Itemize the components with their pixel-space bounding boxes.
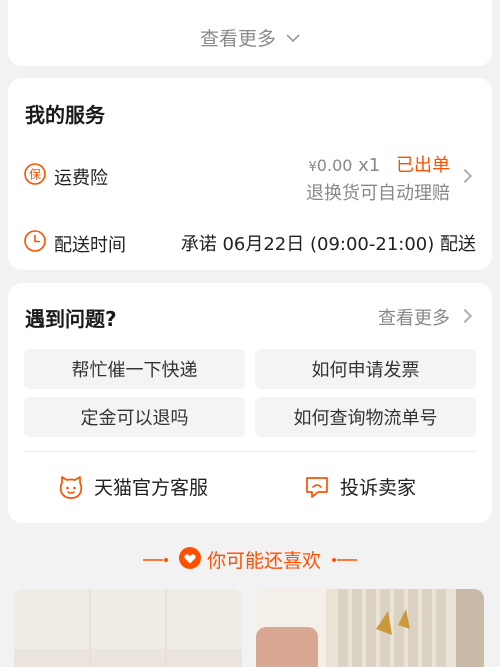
price-symbol: ¥ (308, 160, 317, 175)
insurance-label: 运费险 (54, 168, 108, 189)
see-more-label: 查看更多 (199, 28, 276, 50)
chevron-down-icon (286, 31, 300, 47)
customer-service-button[interactable]: 天猫官方客服 (58, 473, 208, 500)
see-more-link[interactable]: 查看更多 (8, 24, 492, 51)
insurance-subtitle: 退换货可自动理赔 (306, 183, 450, 204)
complain-button[interactable]: 投诉卖家 (304, 473, 416, 500)
product-card-image[interactable] (14, 589, 242, 667)
heart-icon (178, 546, 201, 573)
insurance-icon: 保 (24, 163, 46, 185)
faq-urge-delivery[interactable]: 帮忙催一下快递 (24, 349, 245, 389)
delivery-label: 配送时间 (54, 235, 126, 256)
tmall-cat-icon (59, 475, 83, 499)
faq-deposit-refund[interactable]: 定金可以退吗 (24, 397, 245, 437)
chevron-right-icon[interactable] (457, 308, 473, 324)
insurance-quantity: x1 (358, 155, 381, 176)
customer-service-label: 天猫官方客服 (94, 477, 209, 499)
complain-label: 投诉卖家 (340, 477, 417, 499)
delivery-time: 承诺 06月22日 (09:00-21:00) 配送 (180, 234, 476, 255)
chevron-right-icon[interactable] (457, 168, 473, 184)
help-card: 遇到问题? 查看更多 帮忙催一下快递 如何申请发票 定金可以退吗 如何查询物流单… (8, 283, 492, 523)
bedroom-image (256, 589, 484, 667)
clock-icon (24, 230, 46, 252)
complaint-chat-icon (306, 476, 328, 498)
decor-dash-right (331, 557, 357, 563)
insurance-status: 已出单 (396, 155, 450, 176)
recommend-title: 你可能还喜欢 (206, 550, 321, 572)
recommend-header: 你可能还喜欢 (0, 546, 500, 573)
decor-dash-left (142, 557, 169, 563)
help-see-more[interactable]: 查看更多 (378, 304, 450, 330)
divider (24, 451, 476, 452)
insurance-icon-glyph: 保 (29, 168, 41, 182)
service-title: 我的服务 (25, 103, 105, 127)
order-card-top: 查看更多 (8, 0, 492, 66)
insurance-fee[interactable]: ¥0.00 x1 已出单 (309, 151, 450, 177)
wardrobe-image (14, 589, 242, 667)
my-service-card: 我的服务 保 运费险 ¥0.00 x1 已出单 退换货可自动理赔 配送时间 承诺… (8, 78, 492, 270)
help-title: 遇到问题? (25, 307, 117, 331)
product-card-image[interactable] (256, 589, 484, 667)
faq-invoice[interactable]: 如何申请发票 (255, 349, 476, 389)
faq-tracking-number[interactable]: 如何查询物流单号 (255, 397, 476, 437)
insurance-price: 0.00 (316, 156, 353, 175)
